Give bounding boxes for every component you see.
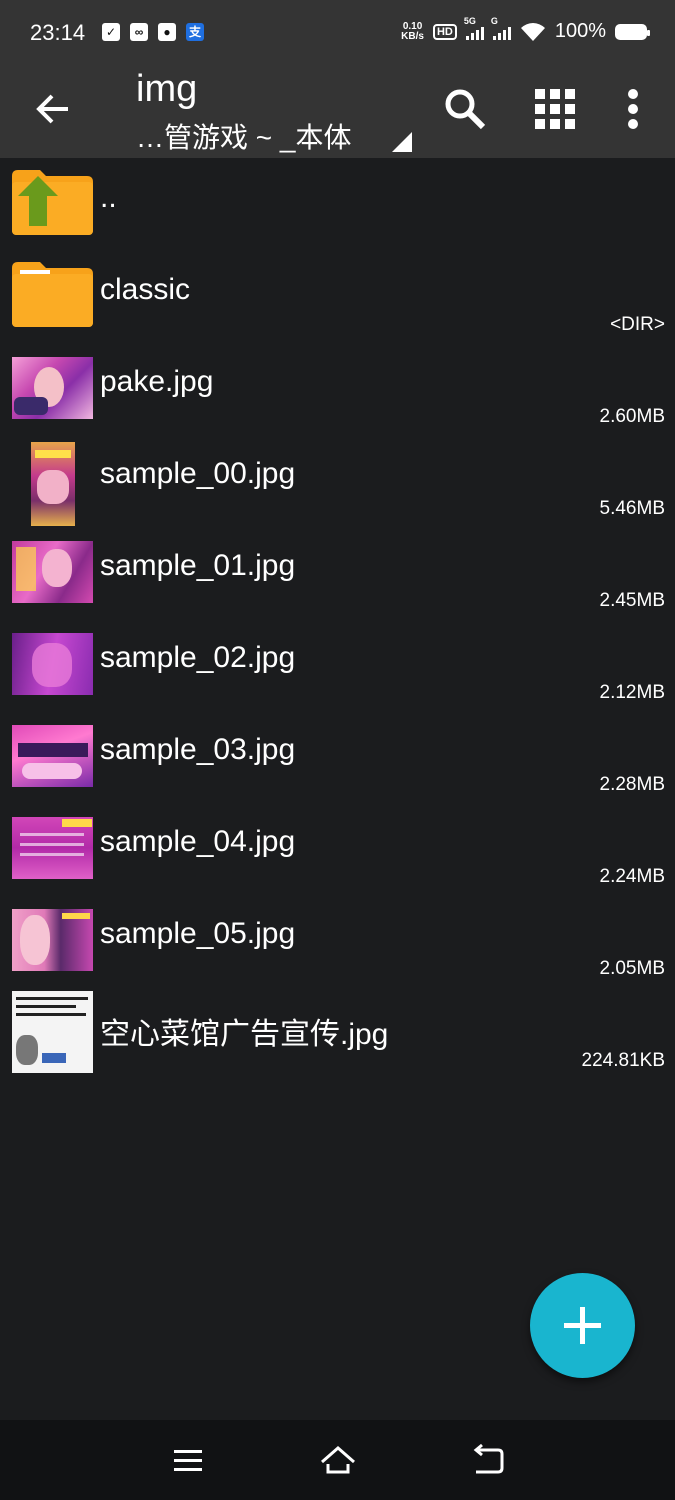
clipboard-icon: ✓ xyxy=(102,23,120,41)
page-title: img xyxy=(136,68,198,110)
list-item-file[interactable]: sample_01.jpg 2.45MB xyxy=(0,526,675,618)
file-name: sample_04.jpg xyxy=(100,825,296,858)
list-item-file[interactable]: sample_05.jpg 2.05MB xyxy=(0,894,675,986)
file-size: 2.60MB xyxy=(599,406,665,427)
list-item-file[interactable]: 空心菜馆广告宣传.jpg 224.81KB xyxy=(0,986,675,1078)
list-item-folder-classic[interactable]: classic <DIR> xyxy=(0,250,675,342)
list-item-file[interactable]: sample_04.jpg 2.24MB xyxy=(0,802,675,894)
grid-icon xyxy=(535,89,575,129)
file-name: 空心菜馆广告宣传.jpg xyxy=(100,1018,389,1051)
signal-g-icon: G xyxy=(491,16,511,40)
return-icon xyxy=(473,1443,504,1474)
status-bar: 23:14 ✓ ∞ ● 支 0.10 KB/s HD 5G G 100% xyxy=(0,0,675,64)
image-thumbnail xyxy=(12,725,93,787)
battery-percent: 100% xyxy=(554,20,606,42)
file-size: 2.24MB xyxy=(599,866,665,887)
file-name: sample_00.jpg xyxy=(100,457,296,490)
search-icon xyxy=(445,89,486,130)
app-toolbar: img …管游戏 ~ _本体 xyxy=(0,64,675,158)
file-name: sample_02.jpg xyxy=(100,641,296,674)
path-subtitle[interactable]: …管游戏 ~ _本体 xyxy=(136,116,351,156)
file-list: .. classic <DIR> pake.jpg 2.60MB sample_… xyxy=(0,158,675,1078)
add-button[interactable] xyxy=(530,1273,635,1378)
file-size: 2.45MB xyxy=(599,590,665,611)
back-nav-button[interactable] xyxy=(468,1442,508,1478)
wechat-icon: ● xyxy=(158,23,176,41)
file-size: 2.12MB xyxy=(599,682,665,703)
file-size: 5.46MB xyxy=(599,498,665,519)
path-dropdown-icon[interactable] xyxy=(392,132,412,152)
home-nav-button[interactable] xyxy=(318,1442,358,1478)
status-time: 23:14 xyxy=(30,20,86,45)
network-speed: 0.10 KB/s xyxy=(401,20,424,42)
hd-badge: HD xyxy=(432,23,457,40)
list-item-file[interactable]: sample_03.jpg 2.28MB xyxy=(0,710,675,802)
file-name: sample_03.jpg xyxy=(100,733,296,766)
image-thumbnail xyxy=(12,909,93,971)
system-indicators: 0.10 KB/s HD 5G G 100% xyxy=(401,16,650,43)
file-size: 2.28MB xyxy=(599,774,665,795)
image-thumbnail xyxy=(31,442,75,526)
back-button[interactable] xyxy=(30,86,76,132)
file-name: classic xyxy=(100,273,191,306)
alipay-icon: 支 xyxy=(186,23,204,41)
menu-icon xyxy=(174,1450,202,1471)
list-item-file[interactable]: pake.jpg 2.60MB xyxy=(0,342,675,434)
menu-nav-button[interactable] xyxy=(168,1442,208,1478)
image-thumbnail xyxy=(12,991,93,1073)
list-item-file[interactable]: sample_00.jpg 5.46MB xyxy=(0,434,675,526)
image-thumbnail xyxy=(12,541,93,603)
more-vert-icon xyxy=(628,89,638,129)
more-options-button[interactable] xyxy=(608,84,658,134)
search-button[interactable] xyxy=(440,84,490,134)
arrow-left-icon xyxy=(36,94,68,124)
image-thumbnail xyxy=(12,817,93,879)
image-thumbnail xyxy=(12,357,93,419)
battery-icon xyxy=(615,23,650,40)
file-name: sample_05.jpg xyxy=(100,917,296,950)
list-item-parent-folder[interactable]: .. xyxy=(0,158,675,250)
grid-view-button[interactable] xyxy=(530,84,580,134)
folder-icon xyxy=(12,262,93,327)
notification-icons: ✓ ∞ ● 支 xyxy=(102,23,204,41)
file-meta: <DIR> xyxy=(610,314,665,335)
list-item-file[interactable]: sample_02.jpg 2.12MB xyxy=(0,618,675,710)
file-size: 2.05MB xyxy=(599,958,665,979)
system-nav-bar xyxy=(0,1420,675,1500)
signal-5g-icon: 5G xyxy=(464,16,484,40)
folder-up-icon xyxy=(12,170,93,235)
home-icon xyxy=(321,1446,355,1474)
wifi-icon xyxy=(520,22,545,41)
file-name: pake.jpg xyxy=(100,365,214,398)
file-size: 224.81KB xyxy=(581,1050,665,1071)
file-name: .. xyxy=(100,181,117,214)
image-thumbnail xyxy=(12,633,93,695)
file-name: sample_01.jpg xyxy=(100,549,296,582)
baidu-netdisk-icon: ∞ xyxy=(130,23,148,41)
